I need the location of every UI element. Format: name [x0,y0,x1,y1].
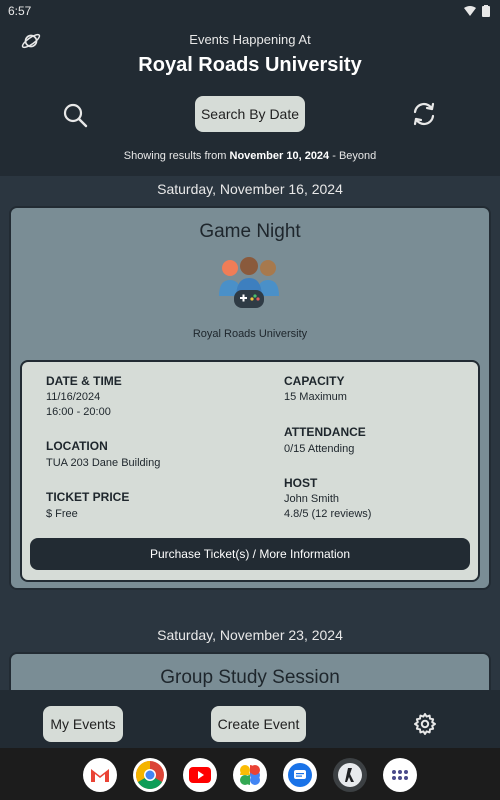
app-drawer-icon[interactable] [383,758,417,792]
event-card[interactable]: Game Night Royal Roads University DATE &… [9,206,491,590]
purchase-ticket-button[interactable]: Purchase Ticket(s) / More Information [30,538,470,570]
game-night-icon [219,257,279,308]
event-price: $ Free [46,508,78,520]
event-details-panel: DATE & TIME 11/16/2024 16:00 - 20:00 LOC… [20,360,480,582]
event-capacity: 15 Maximum [284,391,347,403]
host-name: John Smith [284,493,340,505]
header-subtitle: Events Happening At [189,32,311,47]
results-date: November 10, 2024 [229,150,330,162]
results-suffix: - Beyond [329,150,377,162]
status-icons [464,5,490,17]
chrome-icon[interactable] [133,758,167,792]
app-dock [0,748,500,800]
price-label: TICKET PRICE [46,490,130,504]
wifi-icon [464,6,476,16]
attendance-label: ATTENDANCE [284,425,366,439]
host-label: HOST [284,476,318,490]
event-location: TUA 203 Dane Building [46,457,161,469]
capacity-label: CAPACITY [284,374,345,388]
datetime-label: DATE & TIME [46,374,122,388]
photos-icon[interactable] [233,758,267,792]
my-events-button[interactable]: My Events [43,706,123,742]
app-icon[interactable] [333,758,367,792]
host-rating: 4.8/5 (12 reviews) [284,508,372,520]
messages-icon[interactable] [283,758,317,792]
event-attendance: 0/15 Attending [284,443,355,455]
battery-icon [482,5,490,17]
event-date-heading: Saturday, November 16, 2024 [157,181,343,197]
results-range-text: Showing results from November 10, 2024 -… [0,150,500,162]
bottom-nav-bar: My Events Create Event [0,690,500,748]
gmail-icon[interactable] [83,758,117,792]
event-time: 16:00 - 20:00 [46,406,111,418]
results-prefix: Showing results from [123,150,230,162]
status-bar: 6:57 [0,0,500,22]
location-label: LOCATION [46,439,108,453]
refresh-icon[interactable] [411,101,437,127]
settings-gear-icon[interactable] [413,712,437,736]
app-header: Events Happening At Royal Roads Universi… [0,22,500,176]
search-icon[interactable] [62,102,88,128]
search-by-date-button[interactable]: Search By Date [195,96,305,132]
create-event-button[interactable]: Create Event [211,706,306,742]
status-time: 6:57 [8,4,32,18]
youtube-icon[interactable] [183,758,217,792]
page-title: Royal Roads University [138,54,362,76]
event-organization: Royal Roads University [192,328,308,340]
event-title: Game Night [199,221,301,242]
event-title: Group Study Session [160,667,340,688]
event-date: 11/16/2024 [46,391,101,403]
event-date-heading: Saturday, November 23, 2024 [157,627,343,643]
